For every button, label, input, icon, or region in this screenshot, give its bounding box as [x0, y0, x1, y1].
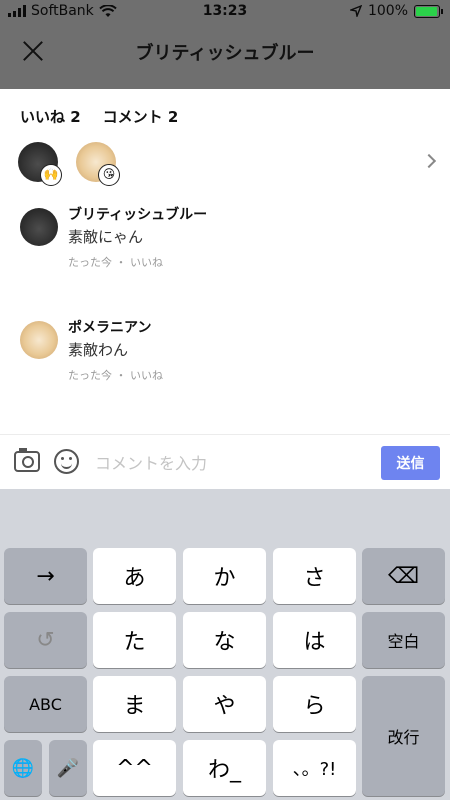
key-kaomoji[interactable]: ^^	[93, 740, 176, 796]
key-ta[interactable]: た	[93, 612, 176, 668]
battery-percent: 100%	[367, 3, 408, 19]
globe-key[interactable]: 🌐	[4, 740, 42, 796]
comment-author[interactable]: ブリティッシュブルー	[68, 204, 207, 224]
comment-text: 素敵にゃん	[68, 228, 144, 246]
camera-icon[interactable]	[14, 448, 40, 472]
reaction-summary: いいね 2 コメント 2	[20, 106, 178, 127]
heart-sticker-icon: 😘	[98, 164, 120, 186]
battery-fill	[416, 6, 437, 16]
keyboard: → あ か さ ⌫ ↺ た な は 空白 ABC ま や ら 改行 🌐 🎤 ^^…	[0, 489, 450, 800]
space-key[interactable]: 空白	[362, 612, 445, 668]
key-ka[interactable]: か	[183, 548, 266, 604]
hands-sticker-icon: 🙌	[40, 164, 62, 186]
microphone-key[interactable]: 🎤	[49, 740, 87, 796]
key-punctuation[interactable]: 、。?!	[273, 740, 356, 796]
abc-key[interactable]: ABC	[4, 676, 87, 732]
key-ya[interactable]: や	[183, 676, 266, 732]
battery-icon	[414, 4, 443, 18]
status-bar: SoftBank 13:23 100%	[0, 0, 450, 24]
backspace-key[interactable]: ⌫	[362, 548, 445, 604]
send-button[interactable]: 送信	[381, 446, 440, 480]
key-a[interactable]: あ	[93, 548, 176, 604]
undo-key[interactable]: ↺	[4, 612, 87, 668]
comment-text: 素敵わん	[68, 341, 129, 359]
key-wa[interactable]: わ_	[183, 740, 266, 796]
comment-meta[interactable]: たった今 ・ いいね	[68, 367, 163, 383]
cursor-right-key[interactable]: →	[4, 548, 87, 604]
comments-count: コメント 2	[102, 108, 179, 126]
page-title: ブリティッシュブルー	[135, 43, 315, 64]
enter-key[interactable]: 改行	[362, 676, 445, 796]
emoji-icon[interactable]	[54, 449, 79, 474]
comment-meta[interactable]: たった今 ・ いいね	[68, 254, 163, 270]
navigation-bar: ブリティッシュブルー	[0, 24, 450, 79]
comment-input-bar: 送信	[0, 434, 450, 489]
key-ha[interactable]: は	[273, 612, 356, 668]
chevron-right-icon[interactable]	[424, 154, 438, 168]
key-ra[interactable]: ら	[273, 676, 356, 732]
key-sa[interactable]: さ	[273, 548, 356, 604]
dimmed-header: SoftBank 13:23 100% ブリティッシュブルー	[0, 0, 450, 89]
location-arrow-icon	[349, 5, 362, 17]
likers-row[interactable]: 🙌 😘	[18, 142, 438, 188]
comment-author[interactable]: ポメラニアン	[68, 317, 151, 337]
likes-count: いいね 2	[20, 108, 81, 126]
avatar[interactable]	[20, 208, 58, 246]
status-right: 100%	[349, 3, 443, 19]
comment-input[interactable]	[95, 451, 365, 475]
avatar[interactable]	[20, 321, 58, 359]
key-na[interactable]: な	[183, 612, 266, 668]
key-ma[interactable]: ま	[93, 676, 176, 732]
